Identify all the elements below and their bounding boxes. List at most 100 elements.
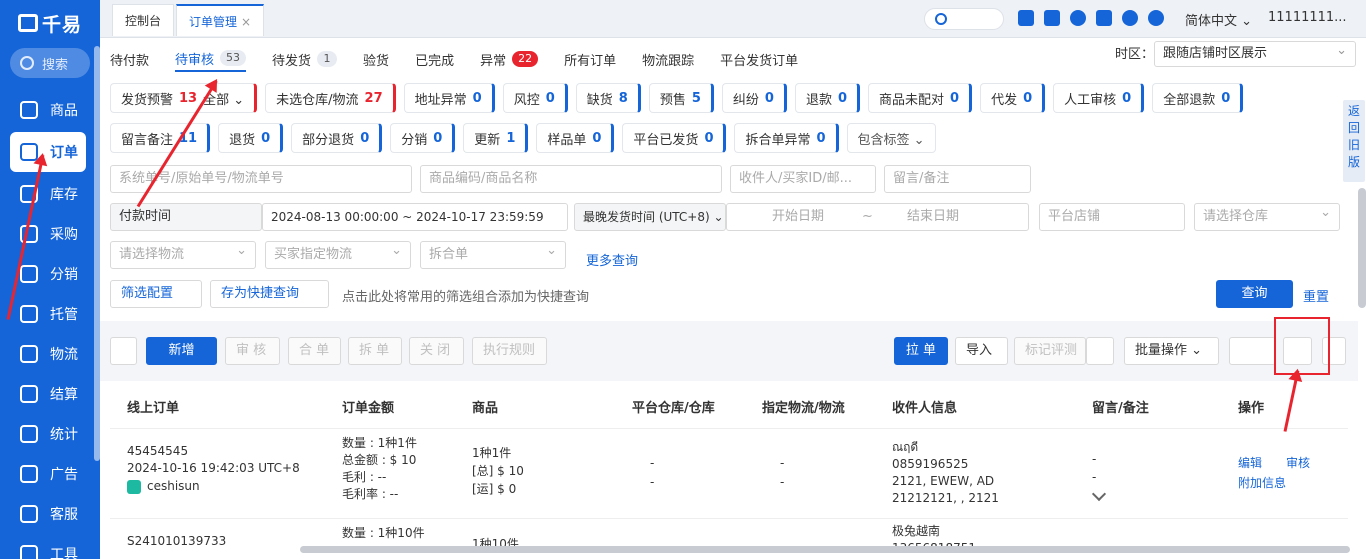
sidebar-item-purchase[interactable]: 采购 [0, 214, 100, 254]
sidebar-item-statistics[interactable]: 统计 [0, 414, 100, 454]
chip-partial-return[interactable]: 部分退货 0 [291, 123, 383, 153]
chip-presale[interactable]: 预售 5 [648, 83, 714, 113]
chevron-down-icon[interactable] [1086, 337, 1114, 365]
chip-return[interactable]: 退货 0 [218, 123, 284, 153]
status-tab-inspection[interactable]: 验货 [363, 46, 389, 72]
mark-review-button[interactable]: 标记评测 [1014, 337, 1086, 365]
import-button[interactable]: 导入 [955, 337, 1008, 365]
chip-include-tags[interactable]: 包含标签 ⌄ [846, 123, 936, 153]
tag-icon[interactable] [110, 337, 137, 365]
chip-update[interactable]: 更新 1 [463, 123, 529, 153]
audit-button[interactable]: 审 核 [225, 337, 280, 365]
chip-no-warehouse[interactable]: 未选仓库/物流 27 [265, 83, 396, 113]
scroll-thumb[interactable] [1358, 188, 1366, 308]
add-order-button[interactable]: 新增 [146, 337, 217, 365]
status-tab-pending-review[interactable]: 待审核 53 [175, 46, 247, 72]
timezone-select[interactable]: 跟随店铺时区展示 [1154, 39, 1356, 67]
close-icon[interactable]: × [241, 15, 251, 29]
chip-label: 发货预警 [121, 92, 174, 108]
ship-time-range[interactable]: 开始日期 ~ 结束日期 [726, 203, 1029, 231]
logo[interactable]: 千易 [0, 0, 100, 46]
sidebar-item-settlement[interactable]: 结算 [0, 374, 100, 414]
export-icon[interactable] [1229, 337, 1276, 365]
pull-orders-button[interactable]: 拉 单 [894, 337, 948, 365]
chip-dispute[interactable]: 纠纷 0 [721, 83, 787, 113]
status-tab-tracking[interactable]: 物流跟踪 [642, 46, 694, 72]
buyer-logistics-select[interactable]: 买家指定物流 [265, 238, 411, 269]
status-tab-completed[interactable]: 已完成 [415, 46, 454, 72]
latest-ship-time-select[interactable]: 最晚发货时间 (UTC+8) ⌄ [574, 203, 726, 231]
chip-address-exception[interactable]: 地址异常 0 [403, 83, 495, 113]
chip-unpaired-product[interactable]: 商品未配对 0 [868, 83, 973, 113]
more-query-link[interactable]: 更多查询 [586, 250, 638, 269]
global-search-input[interactable] [924, 8, 1004, 30]
chip-platform-shipped[interactable]: 平台已发货 0 [622, 123, 727, 153]
pay-time-label[interactable]: 付款时间 [110, 203, 262, 231]
edit-pencil-icon[interactable] [1091, 486, 1107, 502]
chip-distribution[interactable]: 分销 0 [390, 123, 456, 153]
chip-sample[interactable]: 样品单 0 [536, 123, 615, 153]
chip-refund[interactable]: 退款 0 [794, 83, 860, 113]
chip-out-of-stock[interactable]: 缺货 8 [575, 83, 641, 113]
query-button[interactable]: 查询 [1216, 280, 1293, 308]
sidebar-item-logistics[interactable]: 物流 [0, 334, 100, 374]
sku-input[interactable]: 商品编码/商品名称 [420, 165, 722, 193]
split-button[interactable]: 拆 单 [348, 337, 402, 365]
pay-time-range[interactable]: 2024-08-13 00:00:00 ~ 2024-10-17 23:59:5… [262, 203, 568, 231]
chip-split-merge-exception[interactable]: 拆合单异常 0 [734, 123, 839, 153]
chip-risk[interactable]: 风控 0 [502, 83, 568, 113]
logistics-select[interactable]: 请选择物流 [110, 238, 256, 269]
chip-dropship[interactable]: 代发 0 [980, 83, 1046, 113]
bell-icon[interactable] [1070, 10, 1086, 26]
sidebar-item-ads[interactable]: 广告 [0, 454, 100, 494]
fullscreen-icon[interactable] [1096, 10, 1112, 26]
warehouse-select[interactable]: 请选择仓库 [1194, 200, 1340, 231]
tab-dashboard[interactable]: 控制台 [112, 4, 175, 36]
status-tab-unpaid[interactable]: 待付款 [110, 46, 149, 72]
close-order-button[interactable]: 关 闭 [409, 337, 464, 365]
execute-rule-button[interactable]: 执行规则 [472, 337, 547, 365]
sidebar-search[interactable]: 搜索 [10, 48, 90, 78]
buyer-input[interactable]: 收件人/买家ID/邮... [730, 165, 876, 193]
user-menu[interactable]: 11111111... [1268, 10, 1347, 25]
col-online-order[interactable]: 线上订单 [127, 397, 179, 416]
order-number[interactable]: S241010139733 [127, 533, 226, 550]
platform-shop-select[interactable]: 平台店铺 [1039, 203, 1185, 231]
order-number[interactable]: 45454545 [127, 443, 188, 460]
language-selector[interactable]: 简体中文 ⌄ [1185, 10, 1252, 29]
chip-remarks[interactable]: 留言备注 11 [110, 123, 211, 153]
review-link[interactable]: 审核 [1286, 455, 1310, 472]
split-merge-select[interactable]: 拆合单 [420, 238, 566, 269]
status-tab-exception[interactable]: 异常 22 [480, 46, 539, 72]
receiver-name: ณฤดี [892, 440, 919, 454]
filter-config-button[interactable]: 筛选配置 [110, 280, 202, 308]
shop-icon [20, 101, 38, 119]
sidebar-item-tools[interactable]: 工具 [0, 534, 100, 559]
chip-full-refund[interactable]: 全部退款 0 [1152, 83, 1244, 113]
sidebar-item-hosting[interactable]: 托管 [0, 294, 100, 334]
chip-shipping-warning[interactable]: 发货预警 13 全部 ⌄ [110, 83, 258, 113]
sidebar-item-orders[interactable]: 订单 [10, 132, 86, 172]
tab-order-management[interactable]: 订单管理 × [176, 4, 265, 36]
extra-info-link[interactable]: 附加信息 [1238, 475, 1286, 492]
merge-button[interactable]: 合 单 [288, 337, 341, 365]
remark-input[interactable]: 留言/备注 [884, 165, 1031, 193]
save-quick-query-button[interactable]: 存为快捷查询 [210, 280, 329, 308]
reset-link[interactable]: 重置 [1303, 286, 1329, 305]
download-icon[interactable] [1044, 10, 1060, 26]
edit-link[interactable]: 编辑 [1238, 455, 1262, 472]
back-to-old-version-button[interactable]: 返回旧版 [1343, 100, 1365, 182]
chip-manual-review[interactable]: 人工审核 0 [1053, 83, 1145, 113]
chip-count: 5 [691, 90, 701, 106]
horizontal-scrollbar[interactable] [300, 546, 1350, 553]
sidebar-item-service[interactable]: 客服 [0, 494, 100, 534]
customer-service-icon[interactable] [1148, 10, 1164, 26]
sidebar-item-inventory[interactable]: 库存 [0, 174, 100, 214]
clipboard-icon[interactable] [1018, 10, 1034, 26]
batch-operation-button[interactable]: 批量操作 ⌄ [1124, 337, 1219, 365]
help-icon[interactable] [1122, 10, 1138, 26]
status-tab-platform-shipped[interactable]: 平台发货订单 [720, 46, 798, 72]
status-tab-pending-shipment[interactable]: 待发货 1 [272, 46, 338, 72]
status-tab-all-orders[interactable]: 所有订单 [564, 46, 616, 72]
sidebar-item-products[interactable]: 商品 [0, 90, 100, 130]
